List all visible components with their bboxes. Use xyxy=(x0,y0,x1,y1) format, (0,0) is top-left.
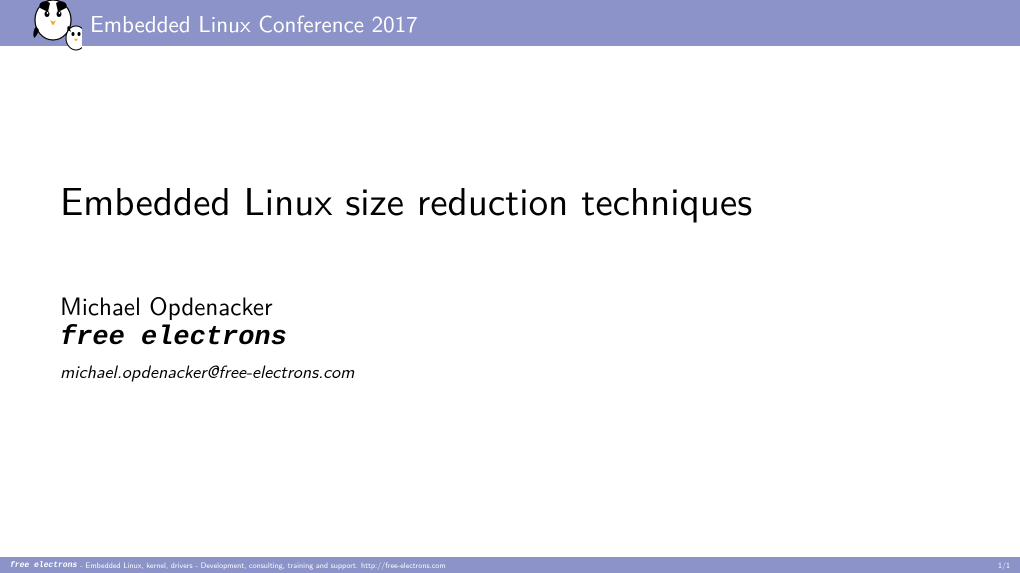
conference-title: Embedded Linux Conference 2017 xyxy=(90,6,418,40)
page-number: 1/1 xyxy=(998,560,1010,571)
author-email: michael.opdenacker@free-electrons.com xyxy=(60,357,960,384)
footer-bar: free electrons - Embedded Linux, kernel,… xyxy=(0,557,1020,573)
footer-tagline: - Embedded Linux, kernel, drivers - Deve… xyxy=(80,560,358,571)
slide-content: Embedded Linux size reduction techniques… xyxy=(0,46,1020,384)
footer-company: free electrons xyxy=(10,561,77,570)
footer-url: http://free-electrons.com xyxy=(361,560,446,571)
footer-left: free electrons - Embedded Linux, kernel,… xyxy=(10,560,446,571)
slide-title: Embedded Linux size reduction techniques xyxy=(60,176,960,225)
header-bar: Embedded Linux Conference 2017 xyxy=(0,0,1020,46)
company-name: free electrons xyxy=(60,323,960,353)
penguin-logo-icon xyxy=(20,0,82,52)
author-name: Michael Opdenacker xyxy=(60,289,960,322)
